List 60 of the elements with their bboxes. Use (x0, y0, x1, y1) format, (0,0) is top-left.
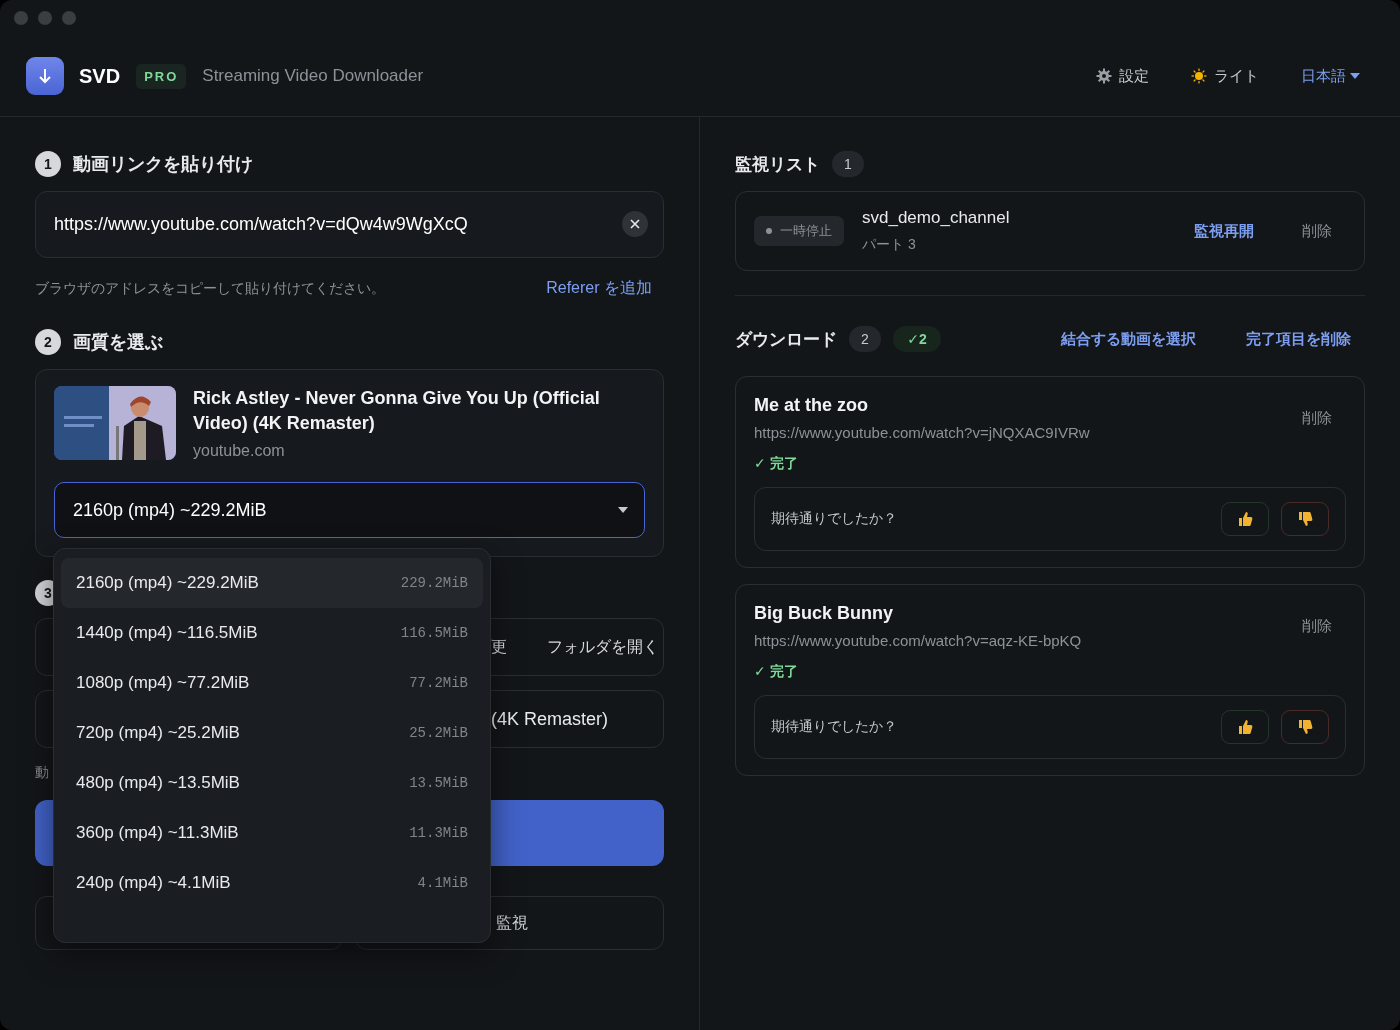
section-title: ダウンロード (735, 328, 837, 351)
quality-option[interactable]: 720p (mp4) ~25.2MiB 25.2MiB (61, 708, 483, 758)
quality-option[interactable]: 360p (mp4) ~11.3MiB 11.3MiB (61, 808, 483, 858)
thumbs-down-button[interactable] (1281, 502, 1329, 536)
download-url: https://www.youtube.com/watch?v=jNQXAC9IVRw (754, 424, 1090, 441)
download-title: Big Buck Bunny (754, 603, 894, 624)
download-url: https://www.youtube.com/watch?v=aqz-KE-bpKQ (754, 632, 1082, 649)
app-name: SVD (79, 64, 121, 88)
step-number: 2 (35, 329, 61, 355)
quality-option[interactable]: 480p (mp4) ~13.5MiB 13.5MiB (61, 758, 483, 808)
header-button[interactable]: ライト (1191, 66, 1259, 86)
quality-select[interactable]: 2160p (mp4) ~229.2MiB (54, 482, 645, 538)
delete-button[interactable]: 削除 (1302, 221, 1332, 241)
step-title: 動画リンクを貼り付け (73, 153, 253, 176)
thumbs-up-button[interactable] (1221, 502, 1269, 536)
caret-icon (618, 507, 628, 513)
open-folder-button[interactable]: フォルダを開く (547, 636, 659, 658)
video-source: youtube.com (193, 442, 286, 460)
thumbs-down-button[interactable] (1281, 710, 1329, 744)
count-badge: 2 (849, 326, 881, 352)
caret-icon (1350, 73, 1360, 79)
channel-name: svd_demo_channel (862, 208, 1011, 228)
delete-button[interactable]: 削除 (1302, 409, 1332, 428)
quality-option[interactable]: 2160p (mp4) ~229.2MiB 229.2MiB (61, 558, 483, 608)
channel-detail: パート 3 (862, 236, 917, 254)
gear-icon (1096, 68, 1112, 84)
language-menu[interactable]: 日本語 (1301, 66, 1360, 86)
app-subtitle: Streaming Video Downloader (202, 66, 424, 86)
feedback-question: 期待通りでしたか？ (771, 510, 898, 528)
status-text: ✓ 完了 (754, 663, 799, 681)
video-title: Rick Astley - Never Gonna Give You Up (Official Video) (4K Remaster) (193, 387, 601, 435)
url-field[interactable]: https://www.youtube.com/watch?v=dQw4w9WgXcQ (35, 191, 664, 258)
delete-button[interactable]: 削除 (1302, 617, 1332, 636)
quality-option[interactable]: 1440p (mp4) ~116.5MiB 116.5MiB (61, 608, 483, 658)
thumbs-up-button[interactable] (1221, 710, 1269, 744)
thumbs-down-icon (1297, 719, 1313, 735)
count-badge: 1 (832, 151, 864, 177)
change-folder-button[interactable]: 更 (491, 636, 507, 658)
quality-option[interactable]: 1080p (mp4) ~77.2MiB 77.2MiB (61, 658, 483, 708)
app-logo-icon (26, 57, 64, 95)
resume-button[interactable]: 監視再開 (1194, 221, 1254, 241)
header-button[interactable]: 設定 (1096, 66, 1149, 86)
step-number: 1 (35, 151, 61, 177)
hint-text: ブラウザのアドレスをコピーして貼り付けてください。 (35, 279, 385, 298)
step-title: 画質を選ぶ (73, 331, 163, 354)
section-title: 監視リスト (735, 153, 820, 176)
feedback-question: 期待通りでしたか？ (771, 718, 898, 736)
thumbs-down-icon (1297, 511, 1313, 527)
add-referer-link[interactable]: Referer を追加 (546, 278, 652, 299)
pro-badge: PRO (136, 63, 187, 89)
sun-icon (1191, 68, 1207, 84)
thumbs-up-icon (1237, 511, 1253, 527)
merge-link[interactable]: 結合する動画を選択 (1061, 329, 1196, 349)
status-badge: 一時停止 (754, 216, 844, 246)
thumbs-up-icon (1237, 719, 1253, 735)
hint-text: 動 (35, 764, 49, 782)
download-title: Me at the zoo (754, 395, 869, 416)
status-text: ✓ 完了 (754, 455, 799, 473)
clear-completed-link[interactable]: 完了項目を削除 (1246, 329, 1351, 349)
done-badge: ✓2 (893, 326, 941, 352)
